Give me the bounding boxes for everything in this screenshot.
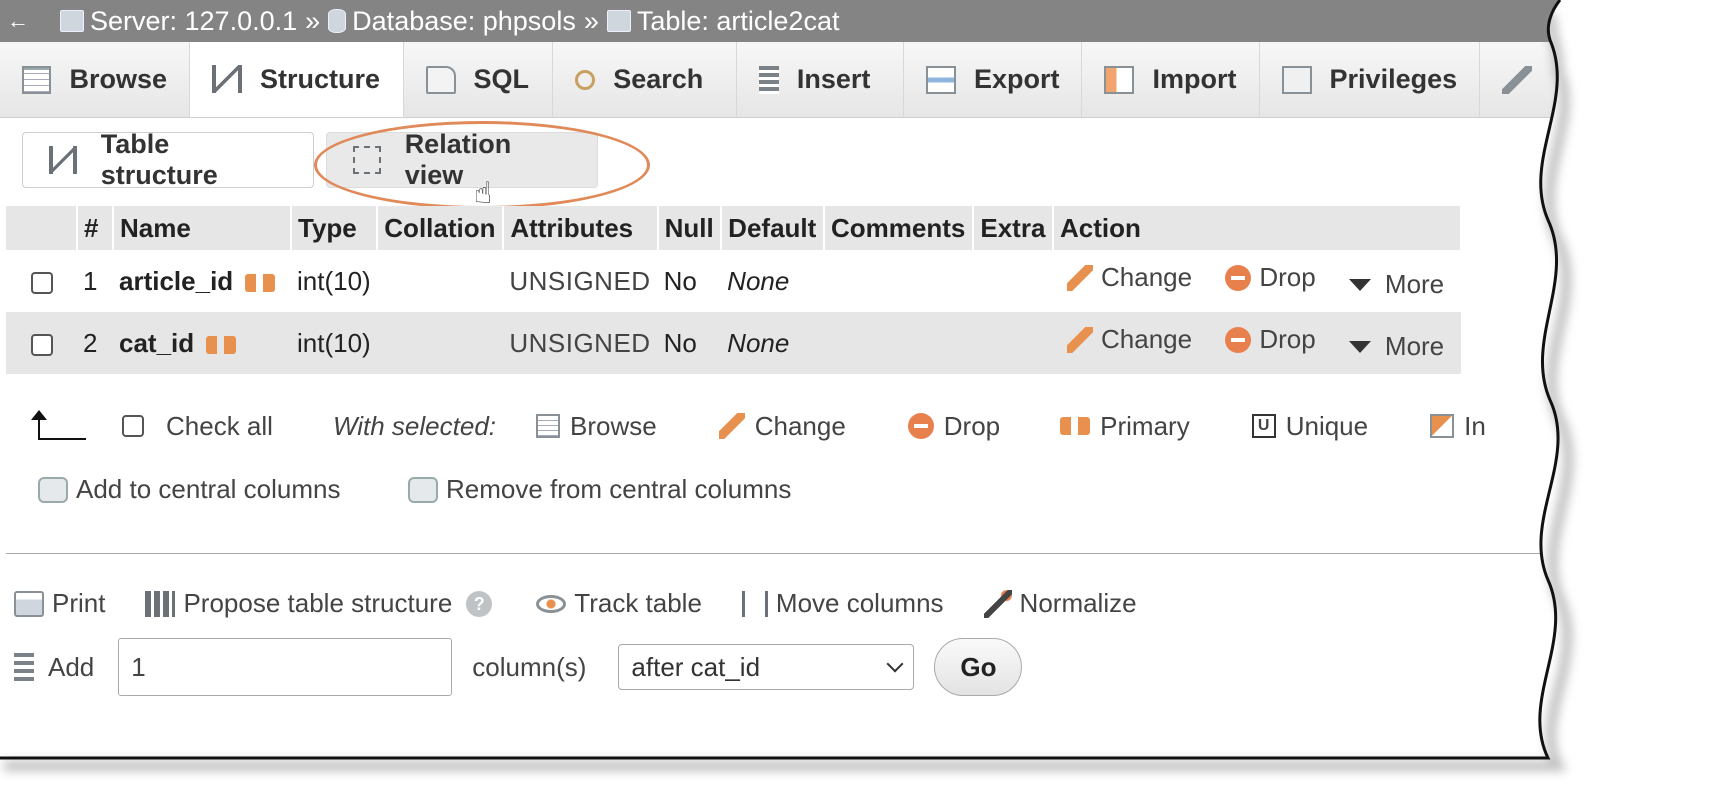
screenshot-frame: ← Server: 127.0.0.1 » Database: phpsols … (0, 0, 1713, 799)
torn-edge-shadow (0, 0, 1713, 799)
